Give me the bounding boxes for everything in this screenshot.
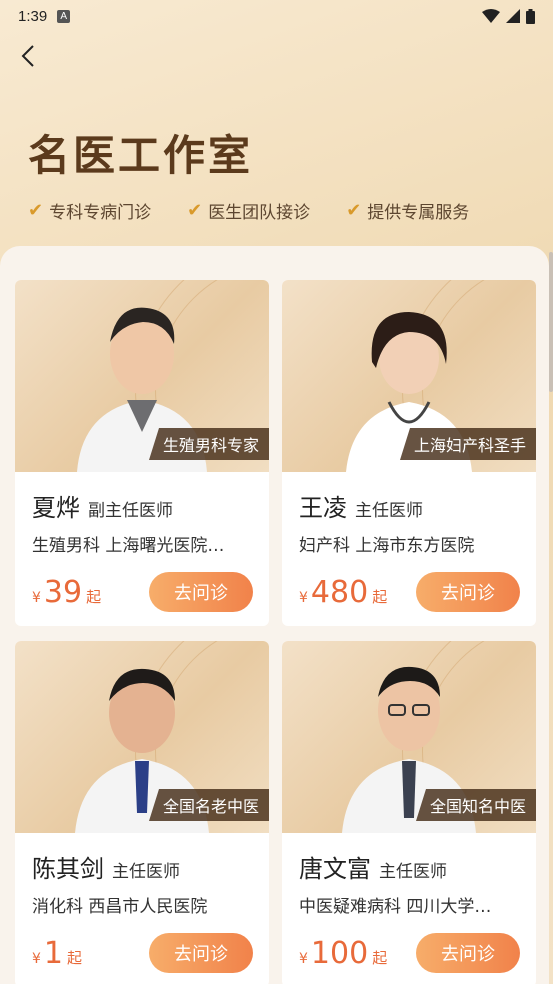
consult-button[interactable]: 去问诊: [416, 572, 520, 612]
currency-symbol: ¥: [32, 589, 41, 606]
doctor-title: 主任医师: [379, 862, 447, 882]
consult-price: ¥ 100 起: [299, 936, 387, 971]
doctor-name: 夏烨: [32, 494, 80, 522]
battery-icon: [526, 8, 535, 24]
doctor-department: 生殖男科 上海曙光医院…: [32, 536, 225, 556]
feature-item: ✔ 专科专病门诊: [28, 198, 151, 223]
check-icon: ✔: [346, 200, 362, 221]
doctor-name: 唐文富: [299, 855, 371, 883]
doctor-photo: 生殖男科专家: [15, 280, 269, 472]
consult-price: ¥ 39 起: [32, 575, 101, 610]
consult-button[interactable]: 去问诊: [149, 572, 253, 612]
price-amount: 480: [310, 574, 369, 610]
consult-price: ¥ 480 起: [299, 575, 387, 610]
price-suffix: 起: [67, 948, 83, 967]
check-icon: ✔: [28, 200, 44, 221]
price-amount: 1: [43, 935, 64, 971]
doctor-tag: 生殖男科专家: [148, 428, 269, 460]
consult-button[interactable]: 去问诊: [149, 933, 253, 973]
price-suffix: 起: [86, 587, 102, 606]
doctor-card[interactable]: 上海妇产科圣手 王凌 主任医师 妇产科 上海市东方医院 ¥ 480 起 去问诊: [282, 280, 536, 626]
doctor-photo: 全国名老中医: [15, 641, 269, 833]
doctor-card[interactable]: 全国知名中医 唐文富 主任医师 中医疑难病科 四川大学… ¥ 100 起 去问诊: [282, 641, 536, 984]
page-title: 名医工作室: [28, 131, 254, 180]
doctor-title: 副主任医师: [88, 501, 173, 521]
doctor-tag: 全国名老中医: [148, 789, 269, 821]
feature-label: 医生团队接诊: [208, 203, 311, 223]
feature-label: 提供专属服务: [367, 203, 470, 223]
currency-symbol: ¥: [299, 950, 308, 967]
doctor-tag: 全国知名中医: [415, 789, 536, 821]
doctor-name: 王凌: [299, 494, 347, 522]
currency-symbol: ¥: [32, 950, 41, 967]
doctor-name: 陈其剑: [32, 855, 104, 883]
doctor-department: 中医疑难病科 四川大学…: [299, 897, 492, 917]
doctor-title: 主任医师: [355, 501, 423, 521]
status-bar: 1:39 A: [0, 0, 553, 32]
feature-item: ✔ 提供专属服务: [346, 198, 469, 223]
doctor-tag: 上海妇产科圣手: [399, 428, 536, 460]
wifi-icon: [482, 9, 500, 23]
price-suffix: 起: [372, 948, 388, 967]
back-button[interactable]: [12, 38, 44, 74]
scrollbar[interactable]: [549, 252, 553, 392]
doctor-card[interactable]: 全国名老中医 陈其剑 主任医师 消化科 西昌市人民医院 ¥ 1 起 去问诊: [15, 641, 269, 984]
doctor-photo: 全国知名中医: [282, 641, 536, 833]
check-icon: ✔: [187, 200, 203, 221]
doctor-department: 消化科 西昌市人民医院: [32, 897, 208, 917]
status-icons: [482, 8, 535, 24]
price-amount: 39: [43, 574, 83, 610]
doctor-department: 妇产科 上海市东方医院: [299, 536, 475, 556]
feature-item: ✔ 医生团队接诊: [187, 198, 310, 223]
price-amount: 100: [310, 935, 369, 971]
feature-label: 专科专病门诊: [49, 203, 152, 223]
consult-price: ¥ 1 起: [32, 936, 82, 971]
doctor-card[interactable]: 生殖男科专家 夏烨 副主任医师 生殖男科 上海曙光医院… ¥ 39 起 去问诊: [15, 280, 269, 626]
notification-a-icon: A: [57, 9, 71, 23]
status-time: 1:39: [18, 7, 48, 25]
doctor-photo: 上海妇产科圣手: [282, 280, 536, 472]
consult-button[interactable]: 去问诊: [416, 933, 520, 973]
currency-symbol: ¥: [299, 589, 308, 606]
chevron-left-icon: [21, 45, 34, 67]
signal-icon: [506, 9, 520, 23]
price-suffix: 起: [372, 587, 388, 606]
doctor-title: 主任医师: [112, 862, 180, 882]
feature-list: ✔ 专科专病门诊 ✔ 医生团队接诊 ✔ 提供专属服务: [28, 198, 469, 223]
